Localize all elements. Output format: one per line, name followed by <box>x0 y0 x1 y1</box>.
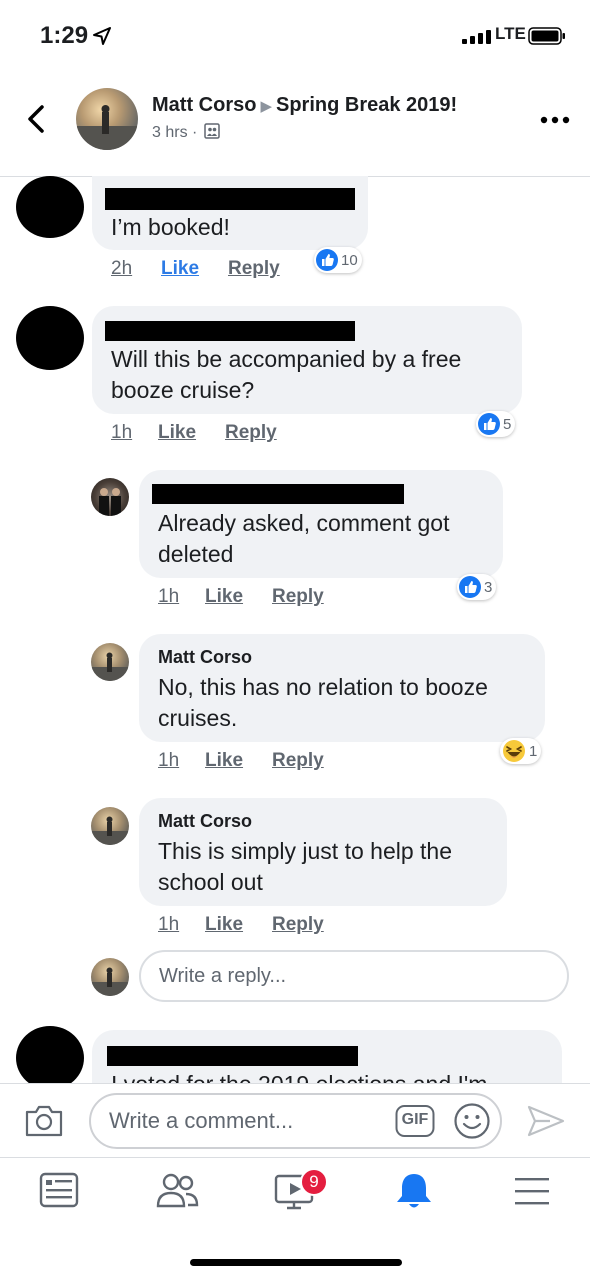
reply-text-line: deleted <box>158 541 234 567</box>
menu-icon[interactable] <box>507 1168 557 1214</box>
comment-time[interactable]: 1h <box>158 750 179 772</box>
friends-icon[interactable] <box>153 1168 203 1214</box>
reply-button[interactable]: Reply <box>272 750 324 772</box>
more-options-icon[interactable] <box>540 116 570 124</box>
comment-time[interactable]: 1h <box>158 914 179 936</box>
haha-reaction-icon <box>503 740 525 762</box>
network-type: LTE <box>495 24 526 43</box>
person-silhouette-icon <box>91 967 129 996</box>
redacted-name <box>105 321 355 341</box>
like-reaction-icon <box>316 249 338 271</box>
replier-avatar[interactable] <box>91 807 129 845</box>
emoji-icon[interactable] <box>453 1102 491 1140</box>
redacted-name <box>107 1046 358 1066</box>
comment-time[interactable]: 1h <box>158 586 179 608</box>
home-indicator <box>190 1259 402 1266</box>
send-icon[interactable] <box>526 1103 566 1139</box>
commenter-name[interactable]: Matt Corso <box>158 811 252 832</box>
like-reaction-icon <box>459 576 481 598</box>
post-title: Matt Corso ▶ Spring Break 2019! <box>152 94 457 117</box>
replier-avatar[interactable] <box>91 478 129 516</box>
reaction-number: 10 <box>341 251 358 269</box>
group-name[interactable]: Spring Break 2019! <box>276 94 457 116</box>
reply-text-line: cruises. <box>158 705 238 731</box>
author-avatar[interactable] <box>76 88 138 150</box>
notifications-bell-icon[interactable] <box>389 1168 439 1214</box>
current-user-avatar <box>91 958 129 996</box>
battery-icon <box>528 27 565 45</box>
reaction-number: 3 <box>484 578 493 596</box>
reaction-count[interactable]: 10 <box>314 247 362 273</box>
like-button[interactable]: Like <box>205 750 243 772</box>
post-time: 3 hrs · <box>152 124 198 141</box>
like-button[interactable]: Like <box>205 586 243 608</box>
person-silhouette-icon <box>91 652 129 681</box>
reaction-number: 1 <box>529 742 538 760</box>
comment-text-line: booze cruise? <box>111 377 255 403</box>
replier-avatar[interactable] <box>91 643 129 681</box>
reply-text-line: This is simply just to help the <box>158 838 453 864</box>
post-meta: 3 hrs · <box>152 123 220 142</box>
people-photo-icon <box>99 488 121 516</box>
comment-text: I’m booked! <box>111 214 230 240</box>
like-reaction-icon <box>478 413 500 435</box>
reaction-count[interactable]: 1 <box>500 738 542 764</box>
composer-divider <box>0 1083 590 1084</box>
reply-button[interactable]: Reply <box>225 422 277 444</box>
like-button[interactable]: Like <box>205 914 243 936</box>
camera-icon[interactable] <box>24 1102 64 1138</box>
reply-text-line: Already asked, comment got <box>158 510 450 536</box>
reaction-count[interactable]: 5 <box>476 411 516 437</box>
person-silhouette-icon <box>76 105 138 150</box>
comment-time[interactable]: 1h <box>111 422 132 444</box>
reply-button[interactable]: Reply <box>272 586 324 608</box>
reply-text-line: school out <box>158 869 263 895</box>
location-arrow-icon <box>93 27 111 45</box>
reaction-number: 5 <box>503 415 512 433</box>
reply-text-line: No, this has no relation to booze <box>158 674 488 700</box>
like-button[interactable]: Like <box>158 422 196 444</box>
redacted-name <box>152 484 404 504</box>
redacted-avatar <box>16 306 84 370</box>
comment-placeholder: Write a comment... <box>109 1108 294 1133</box>
gif-label: GIF <box>401 1111 429 1128</box>
person-silhouette-icon <box>91 816 129 845</box>
redacted-avatar <box>16 1026 84 1090</box>
comment-text-line: Will this be accompanied by a free <box>111 346 462 372</box>
arrow-right-icon: ▶ <box>260 98 272 115</box>
video-notification-badge: 9 <box>300 1168 328 1196</box>
redacted-avatar <box>16 176 84 238</box>
reply-button[interactable]: Reply <box>228 258 280 280</box>
commenter-name[interactable]: Matt Corso <box>158 647 252 668</box>
signal-icon <box>462 30 491 44</box>
comment-time[interactable]: 2h <box>111 258 132 280</box>
reply-button[interactable]: Reply <box>272 914 324 936</box>
back-icon[interactable] <box>22 102 52 136</box>
reaction-count[interactable]: 3 <box>457 574 497 600</box>
like-button[interactable]: Like <box>161 258 199 280</box>
group-privacy-icon <box>204 123 220 139</box>
comment-input[interactable]: Write a comment... <box>89 1093 502 1149</box>
reply-input[interactable]: Write a reply... <box>139 950 569 1002</box>
tab-bar-divider <box>0 1157 590 1158</box>
redacted-name <box>105 188 355 210</box>
author-name[interactable]: Matt Corso <box>152 94 256 116</box>
status-time: 1:29 <box>40 22 89 49</box>
news-feed-icon[interactable] <box>34 1168 84 1214</box>
gif-button[interactable]: GIF <box>395 1104 435 1138</box>
reply-placeholder: Write a reply... <box>159 964 287 987</box>
